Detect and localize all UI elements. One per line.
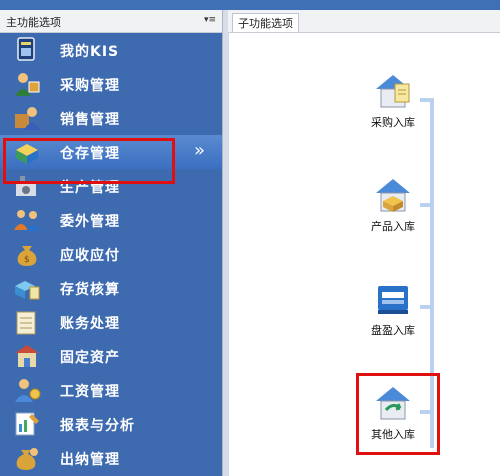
kis-card-icon — [17, 37, 35, 61]
warehouse-icon — [16, 144, 38, 164]
menu-item-label: 采购管理 — [60, 78, 120, 94]
sub-item-label: 其他入库 — [371, 428, 415, 441]
report-icon — [15, 412, 39, 436]
menu-item-fixed-assets[interactable]: 固定资产 — [0, 339, 222, 373]
sub-item-label: 采购入库 — [371, 116, 415, 129]
flow-connector-line — [430, 98, 434, 448]
menu-item-salary[interactable]: 工资管理 — [0, 373, 222, 407]
menu-item-outsource[interactable]: 委外管理 — [0, 203, 222, 237]
cashier-icon — [16, 448, 38, 470]
menu-item-my-kis[interactable]: 我的KIS — [0, 33, 222, 67]
inventory-surplus-icon — [378, 286, 408, 314]
svg-text:$: $ — [24, 255, 30, 265]
menu-item-label: 委外管理 — [60, 214, 120, 230]
menu-item-label: 仓存管理 — [60, 146, 120, 162]
purchase-inbound-icon — [376, 75, 410, 108]
tab-sub-functions[interactable]: 子功能选项 — [232, 13, 299, 32]
sub-item-other-inbound[interactable]: 其他入库 — [358, 384, 428, 454]
sales-icon — [15, 107, 40, 130]
menu-item-cashier[interactable]: 出纳管理 — [0, 441, 222, 475]
menu-item-warehouse[interactable]: 仓存管理 » — [0, 135, 222, 169]
title-bar — [0, 0, 500, 10]
main-function-panel: 主功能选项 ▾≡ 我的KIS 采购管理 销售管理 仓存管理 » 生产管理 委外管… — [0, 10, 222, 476]
sub-item-label: 盘盈入库 — [371, 324, 415, 337]
menu-item-reports[interactable]: 报表与分析 — [0, 407, 222, 441]
sub-item-product-inbound[interactable]: 产品入库 — [358, 176, 428, 246]
production-icon — [16, 176, 36, 196]
menu-item-purchase[interactable]: 采购管理 — [0, 67, 222, 101]
sub-function-header: 子功能选项 — [228, 10, 500, 33]
outsource-icon — [14, 210, 40, 231]
menu-item-inventory-accounting[interactable]: 存货核算 — [0, 271, 222, 305]
menu-item-label: 出纳管理 — [60, 452, 120, 468]
main-function-header: 主功能选项 ▾≡ — [0, 10, 222, 33]
panel-menu-icon[interactable]: ▾≡ — [204, 15, 216, 25]
menu-item-accounting[interactable]: 账务处理 — [0, 305, 222, 339]
menu-item-production[interactable]: 生产管理 — [0, 169, 222, 203]
product-inbound-icon — [376, 179, 410, 212]
purchase-icon — [15, 73, 40, 96]
menu-item-label: 固定资产 — [60, 350, 120, 366]
sub-item-purchase-inbound[interactable]: 采购入库 — [358, 72, 428, 142]
menu-item-label: 销售管理 — [60, 112, 120, 128]
ledger-icon — [16, 311, 36, 335]
panel-splitter[interactable] — [222, 10, 229, 476]
main-function-title: 主功能选项 — [6, 16, 61, 29]
menu-item-label: 我的KIS — [60, 44, 120, 60]
menu-item-receivable-payable[interactable]: $ 应收应付 — [0, 237, 222, 271]
menu-item-label: 应收应付 — [60, 248, 120, 264]
inventory-icon — [15, 281, 40, 300]
menu-item-label: 生产管理 — [60, 180, 120, 196]
asset-icon — [15, 345, 39, 367]
menu-item-label: 报表与分析 — [60, 418, 135, 434]
salary-icon — [15, 379, 41, 402]
other-inbound-icon — [376, 387, 410, 420]
menu-item-label: 工资管理 — [60, 384, 120, 400]
sub-item-label: 产品入库 — [371, 220, 415, 233]
menu-item-label: 账务处理 — [60, 316, 120, 332]
menu-item-sales[interactable]: 销售管理 — [0, 101, 222, 135]
menu-item-label: 存货核算 — [60, 282, 120, 298]
sub-item-inventory-surplus[interactable]: 盘盈入库 — [358, 280, 428, 350]
money-bag-icon: $ — [17, 246, 37, 266]
expand-arrow-icon[interactable]: » — [194, 140, 205, 161]
